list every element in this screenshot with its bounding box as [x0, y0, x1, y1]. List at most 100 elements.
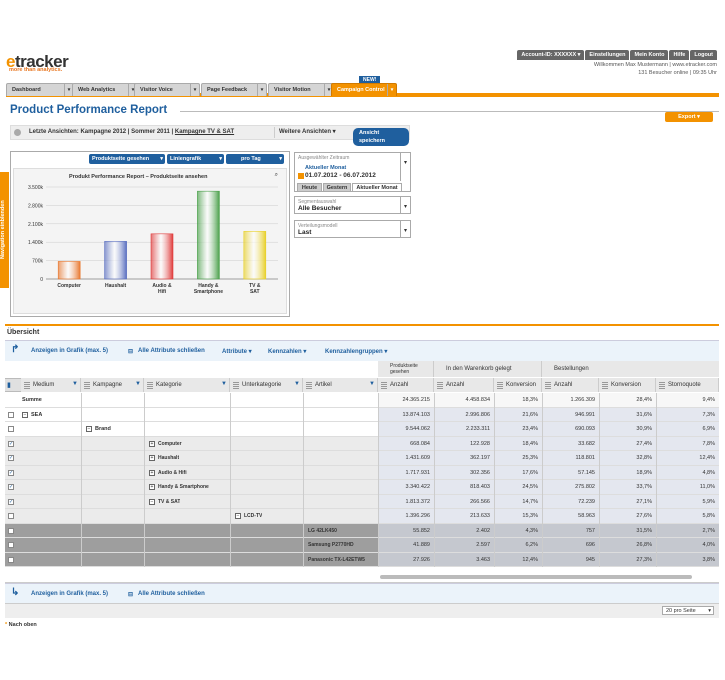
metric-value: 2.402 — [476, 527, 490, 534]
row-checkbox[interactable] — [8, 513, 14, 519]
tab-dashboard[interactable]: Dashboard ▾ — [6, 83, 74, 96]
collapse-icon: ⊟ — [128, 592, 134, 598]
close-all-attributes-link[interactable]: Alle Attribute schließen — [138, 348, 205, 354]
filter-icon[interactable]: ▼ — [221, 381, 227, 388]
column-header-metric[interactable]: Konversion — [599, 378, 656, 392]
table-row[interactable] — [5, 436, 378, 451]
filter-icon[interactable]: ▼ — [72, 381, 78, 388]
filter-icon[interactable]: ▼ — [294, 381, 300, 388]
chart-type-select[interactable]: Liniengrafik ▾ — [167, 154, 224, 164]
row-checkbox[interactable]: ✓ — [8, 455, 14, 461]
export-button[interactable]: Export ▾ — [665, 112, 713, 122]
back-to-top-link[interactable]: * Nach oben — [5, 622, 37, 628]
metric-value: 946.991 — [575, 411, 595, 418]
table-row[interactable] — [5, 465, 378, 480]
row-checkbox[interactable]: ✓ — [8, 484, 14, 490]
expand-icon[interactable]: − — [22, 411, 28, 418]
expand-icon[interactable]: − — [235, 513, 241, 519]
metric-value: 25,3% — [522, 455, 538, 461]
metric-value: 13.874.103 — [402, 411, 430, 418]
chevron-down-icon[interactable]: ▾ — [257, 84, 266, 96]
tab-campaign-control[interactable]: Campaign Control ▾ — [331, 83, 397, 96]
column-header-metric[interactable]: Konversion — [494, 378, 542, 392]
expand-icon[interactable]: − — [86, 426, 92, 432]
arrow-icon: ↱ — [11, 344, 20, 355]
navigation-toggle-tab[interactable]: Navigation einblenden — [0, 172, 9, 288]
row-checkbox[interactable] — [8, 426, 14, 432]
save-view-button[interactable]: Ansicht speichern — [353, 128, 409, 146]
column-header-metric[interactable]: Anzahl — [542, 378, 599, 392]
chevron-down-icon[interactable]: ▾ — [387, 84, 396, 96]
column-header-metric[interactable]: Stornoquote — [656, 378, 719, 392]
filter-icon[interactable]: ▼ — [369, 381, 375, 388]
expand-icon[interactable]: − — [149, 498, 155, 505]
column-header-kategorie[interactable]: Kategorie ▼ — [144, 378, 230, 392]
group-header-product: Produktseite gesehen — [378, 361, 434, 377]
expand-icon[interactable]: + — [149, 484, 155, 490]
column-header-unterkategorie[interactable]: Unterkategorie ▼ — [230, 378, 303, 392]
column-header-metric[interactable]: Anzahl — [378, 378, 434, 392]
row-checkbox[interactable]: ✓ — [8, 469, 14, 476]
table-row[interactable] — [5, 451, 378, 466]
chevron-down-icon[interactable]: ▾ — [190, 84, 199, 96]
expand-icon[interactable]: + — [149, 440, 155, 447]
column-header-metric[interactable]: Anzahl — [434, 378, 494, 392]
help-link[interactable]: Hilfe — [669, 50, 690, 60]
expand-icon[interactable]: + — [149, 469, 155, 476]
distribution-model-select[interactable]: Verteilungsmodell Last ▾ — [294, 220, 411, 238]
table-row[interactable] — [5, 393, 378, 408]
close-all-attributes-link-bottom[interactable]: Alle Attribute schließen — [138, 591, 205, 597]
tab-current-month[interactable]: Aktueller Monat — [352, 183, 402, 192]
metric-select[interactable]: Produktseite gesehen ▾ — [89, 154, 165, 164]
tab-page-feedback[interactable]: Page Feedback ▾ — [201, 83, 267, 96]
period-selector[interactable]: Ausgewählter Zeitraum Aktueller Monat 01… — [294, 152, 411, 192]
row-checkbox[interactable]: ✓ — [8, 498, 14, 505]
chevron-down-icon[interactable]: ▾ — [400, 153, 410, 181]
metric-value: 24,5% — [522, 484, 538, 490]
chevron-down-icon: ▾ — [279, 156, 282, 162]
metric-value: 12,4% — [522, 556, 538, 563]
tab-yesterday[interactable]: Gestern — [323, 183, 351, 192]
metric-value: 7,3% — [702, 411, 715, 418]
logout-link[interactable]: Logout — [690, 50, 717, 60]
more-views-menu[interactable]: Weitere Ansichten ▾ — [279, 126, 336, 139]
last-view-link[interactable]: Kampagne TV & SAT — [175, 129, 234, 135]
show-in-chart-link[interactable]: Anzeigen in Grafik (max. 5) — [31, 348, 108, 354]
column-header-artikel[interactable]: Artikel ▼ — [303, 378, 378, 392]
table-row[interactable] — [5, 494, 378, 509]
settings-link[interactable]: Einstellungen — [585, 50, 630, 60]
kennzahlen-menu[interactable]: Kennzahlen ▾ — [268, 348, 306, 355]
table-row[interactable] — [5, 422, 378, 437]
tab-web-analytics[interactable]: Web Analytics ▾ — [72, 83, 138, 96]
metric-value: 58.963 — [578, 513, 595, 519]
row-checkbox[interactable]: ✓ — [8, 440, 14, 447]
tab-visitor-motion[interactable]: Visitor Motion ▾ — [268, 83, 334, 96]
segment-select[interactable]: Segmentauswahl Alle Besucher ▾ — [294, 196, 411, 214]
show-in-chart-link-bottom[interactable]: Anzeigen in Grafik (max. 5) — [31, 591, 108, 597]
filter-icon[interactable]: ▼ — [135, 381, 141, 388]
metric-value: 213.633 — [470, 513, 490, 519]
column-header-medium[interactable]: Medium ▼ — [21, 378, 81, 392]
per-page-select[interactable]: 20 pro Seite ▾ — [662, 606, 714, 615]
account-id-menu[interactable]: Account-ID: XXXXXX ▾ — [517, 50, 585, 60]
row-checkbox[interactable] — [8, 542, 14, 548]
row-checkbox[interactable] — [8, 556, 14, 563]
column-header-kampagne[interactable]: Kampagne ▼ — [81, 378, 144, 392]
arrow-icon: ↳ — [11, 587, 20, 598]
my-account-link[interactable]: Mein Konto — [630, 50, 669, 60]
interval-select[interactable]: pro Tag ▾ — [226, 154, 284, 164]
row-checkbox[interactable] — [8, 527, 14, 534]
tab-visitor-voice[interactable]: Visitor Voice ▾ — [134, 83, 200, 96]
kennzahlengruppen-menu[interactable]: Kennzahlengruppen ▾ — [325, 348, 387, 355]
tab-today[interactable]: Heute — [297, 183, 322, 192]
horizontal-scrollbar[interactable] — [380, 575, 692, 579]
table-row[interactable] — [5, 509, 378, 524]
collapse-icon: ⊟ — [128, 349, 134, 355]
metric-value: 32,8% — [636, 455, 652, 461]
expand-icon[interactable]: + — [149, 455, 155, 461]
row-checkbox[interactable] — [8, 411, 14, 418]
column-settings-icon[interactable]: ▮ — [7, 381, 11, 389]
attribute-menu[interactable]: Attribute ▾ — [222, 348, 252, 355]
metric-value: 6,2% — [525, 542, 538, 548]
table-row[interactable] — [5, 407, 378, 422]
